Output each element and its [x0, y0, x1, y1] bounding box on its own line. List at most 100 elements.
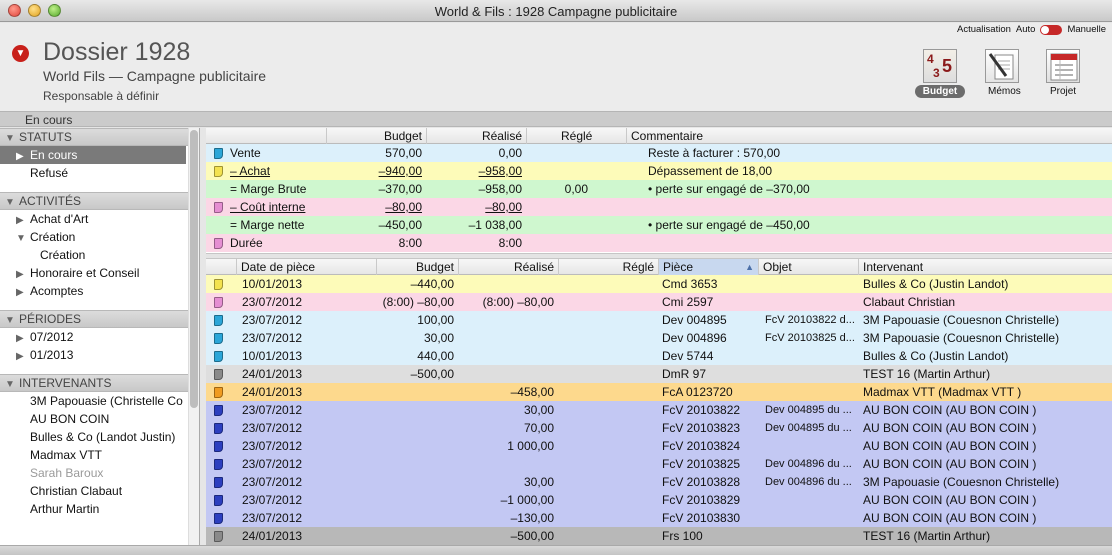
detail-col-regle[interactable]: Réglé	[558, 259, 658, 275]
detail-regle	[558, 491, 654, 509]
detail-table-header: Date de pièce Budget Réalisé Réglé Pièce…	[206, 259, 1112, 275]
detail-realise: 30,00	[523, 475, 554, 489]
detail-date: 23/07/2012	[242, 331, 303, 345]
detail-row[interactable]: 10/01/2013 440,00 Dev 5744 Bulles & Co (Jus…	[206, 347, 1112, 365]
detail-intervenant: TEST 16 (Martin Arthur)	[863, 529, 991, 543]
detail-row[interactable]: 23/07/2012 70,00 FcV 20103823 Dev 004895 du…	[206, 419, 1112, 437]
sidebar-item-intervenant[interactable]: AU BON COIN	[0, 410, 186, 428]
detail-regle	[558, 527, 654, 545]
budget-toolbar-button[interactable]: 4 3 5 Budget	[906, 49, 974, 98]
detail-regle	[558, 293, 654, 311]
sidebar-item-periode[interactable]: ▶ 07/2012	[0, 328, 186, 346]
refresh-control: Actualisation Auto Manuelle	[957, 24, 1106, 35]
summary-comment: • perte sur engagé de –450,00	[648, 218, 810, 232]
detail-row[interactable]: 23/07/2012 100,00 Dev 004895 FcV 20103822 d…	[206, 311, 1112, 329]
sidebar-item-achat-art[interactable]: ▶ Achat d'Art	[0, 210, 186, 228]
detail-piece: FcV 20103828	[662, 475, 741, 489]
detail-row[interactable]: 23/07/2012 30,00 FcV 20103828 Dev 004896 du…	[206, 473, 1112, 491]
detail-regle	[558, 365, 654, 383]
detail-col-realise[interactable]: Réalisé	[458, 259, 558, 275]
summary-col-realise[interactable]: Réalisé	[426, 128, 526, 144]
summary-row[interactable]: = Marge Brute –370,00 –958,00 0,00 • perte s…	[206, 180, 1112, 198]
detail-col-date[interactable]: Date de pièce	[236, 259, 376, 275]
summary-regle-value	[526, 162, 588, 180]
disclosure-down-icon[interactable]: ▼	[12, 45, 29, 62]
summary-realise-value: 8:00	[498, 236, 522, 250]
sidebar-item-intervenant[interactable]: Sarah Baroux	[0, 464, 186, 482]
sidebar-item-intervenant[interactable]: Bulles & Co (Landot Justin)	[0, 428, 186, 446]
detail-row[interactable]: 24/01/2013 –458,00 FcA 0123720 Madmax VTT (…	[206, 383, 1112, 401]
sidebar-scrollbar-thumb[interactable]	[190, 130, 198, 408]
detail-regle	[558, 329, 654, 347]
section-header-intervenants[interactable]: ▼ INTERVENANTS	[0, 374, 199, 392]
sidebar-item-acomptes[interactable]: ▶ Acomptes	[0, 282, 186, 300]
detail-col-piece[interactable]: Pièce ▲	[658, 259, 758, 275]
summary-row[interactable]: – Achat –940,00 –958,00 Dépassement de 18,0…	[206, 162, 1112, 180]
detail-intervenant: AU BON COIN (AU BON COIN )	[863, 457, 1037, 471]
color-tag-icon	[214, 351, 223, 362]
summary-row[interactable]: Durée 8:00 8:00	[206, 234, 1112, 252]
project-icon	[1046, 49, 1080, 83]
detail-col-budget[interactable]: Budget	[376, 259, 458, 275]
detail-row[interactable]: 23/07/2012 –130,00 FcV 20103830 AU BON COIN…	[206, 509, 1112, 527]
detail-col-objet[interactable]: Objet	[758, 259, 858, 275]
detail-regle	[558, 455, 654, 473]
detail-regle	[558, 473, 654, 491]
sidebar-item-honoraire-conseil[interactable]: ▶ Honoraire et Conseil	[0, 264, 186, 282]
refresh-mode-toggle[interactable]	[1040, 24, 1063, 35]
detail-budget: –440,00	[410, 277, 454, 291]
sidebar-item-creation-group[interactable]: ▼ Création	[0, 228, 186, 246]
detail-row[interactable]: 24/01/2013 –500,00 DmR 97 TEST 16 (Martin A…	[206, 365, 1112, 383]
detail-piece: FcV 20103830	[662, 511, 741, 525]
detail-regle	[558, 401, 654, 419]
summary-row[interactable]: = Marge nette –450,00 –1 038,00 • perte sur…	[206, 216, 1112, 234]
summary-table-header: Budget Réalisé Réglé Commentaire	[206, 128, 1112, 144]
disclosure-right-icon: ▶	[16, 351, 24, 362]
detail-row[interactable]: 23/07/2012 FcV 20103825 Dev 004896 du ... A…	[206, 455, 1112, 473]
color-tag-icon	[214, 166, 223, 177]
summary-col-regle[interactable]: Réglé	[526, 128, 626, 144]
sidebar-item-periode[interactable]: ▶ 01/2013	[0, 346, 186, 364]
detail-row[interactable]: 23/07/2012 30,00 Dev 004896 FcV 20103825 d.…	[206, 329, 1112, 347]
sidebar-item-en-cours[interactable]: ▶ En cours	[0, 146, 186, 164]
section-header-statuts[interactable]: ▼ STATUTS	[0, 128, 199, 146]
projet-toolbar-button[interactable]: Projet	[1040, 49, 1086, 98]
detail-piece: Frs 100	[662, 529, 703, 543]
detail-row[interactable]: 23/07/2012 1 000,00 FcV 20103824 AU BON COI…	[206, 437, 1112, 455]
sidebar-item-refuse[interactable]: Refusé	[0, 164, 186, 182]
sidebar-item-intervenant[interactable]: Madmax VTT	[0, 446, 186, 464]
sidebar-item-intervenant[interactable]: 3M Papouasie (Christelle Co	[0, 392, 186, 410]
detail-regle	[558, 437, 654, 455]
color-tag-icon	[214, 279, 223, 290]
detail-row[interactable]: 23/07/2012 –1 000,00 FcV 20103829 AU BON CO…	[206, 491, 1112, 509]
refresh-auto-label: Auto	[1015, 24, 1036, 35]
summary-row[interactable]: – Coût interne –80,00 –80,00	[206, 198, 1112, 216]
detail-date: 24/01/2013	[242, 529, 303, 543]
detail-row[interactable]: 10/01/2013 –440,00 Cmd 3653 Bulles & Co (Ju…	[206, 275, 1112, 293]
summary-row[interactable]: Vente 570,00 0,00 Reste à facturer : 570,00	[206, 144, 1112, 162]
summary-comment	[648, 198, 1108, 216]
budget-toolbar-label: Budget	[914, 85, 966, 98]
sidebar-item-creation[interactable]: Création	[0, 246, 186, 264]
section-header-periodes[interactable]: ▼ PÉRIODES	[0, 310, 199, 328]
summary-budget-value: 8:00	[398, 236, 422, 250]
summary-col-budget[interactable]: Budget	[326, 128, 426, 144]
summary-comment: • perte sur engagé de –370,00	[648, 182, 810, 196]
color-tag-icon	[214, 423, 223, 434]
detail-row[interactable]: 23/07/2012 30,00 FcV 20103822 Dev 004895 du…	[206, 401, 1112, 419]
section-header-activites[interactable]: ▼ ACTIVITÉS	[0, 192, 199, 210]
summary-row-label: – Achat	[230, 164, 271, 178]
detail-objet	[765, 365, 858, 383]
disclosure-right-icon: ▶	[16, 287, 24, 298]
detail-col-intervenant[interactable]: Intervenant	[858, 259, 1112, 275]
detail-piece: FcV 20103825	[662, 457, 741, 471]
summary-col-commentaire[interactable]: Commentaire	[626, 128, 1112, 144]
sidebar-item-intervenant[interactable]: Arthur Martin	[0, 500, 186, 518]
detail-regle	[558, 275, 654, 293]
detail-date: 24/01/2013	[242, 385, 303, 399]
sidebar-item-intervenant[interactable]: Christian Clabaut	[0, 482, 186, 500]
color-tag-icon	[214, 405, 223, 416]
detail-row[interactable]: 24/01/2013 –500,00 Frs 100 TEST 16 (Martin …	[206, 527, 1112, 545]
memos-toolbar-button[interactable]: Mémos	[980, 49, 1024, 98]
detail-row[interactable]: 23/07/2012 (8:00) –80,00 (8:00) –80,00 Cmi …	[206, 293, 1112, 311]
